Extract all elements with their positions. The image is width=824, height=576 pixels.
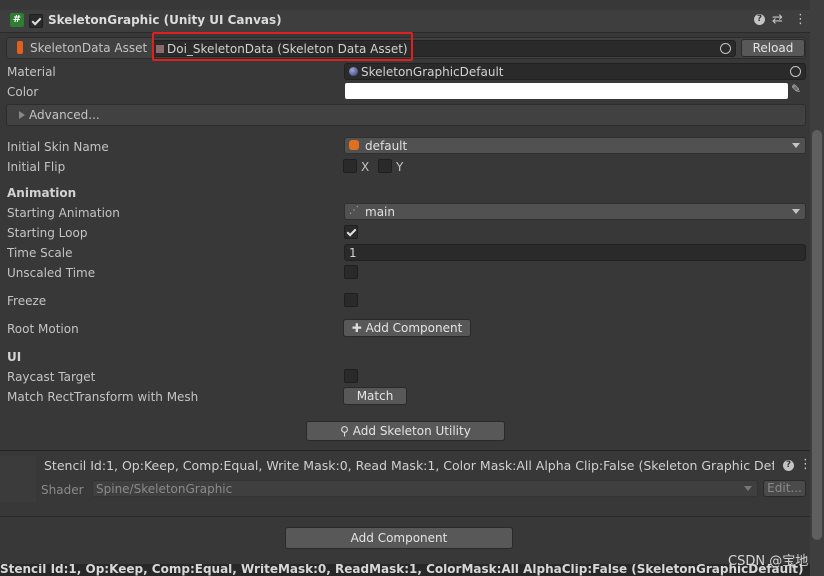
eyedropper-icon[interactable]: ✎ [791,82,801,96]
time-scale-value: 1 [349,246,357,260]
color-swatch[interactable] [345,83,788,99]
unscaled-time-label: Unscaled Time [7,266,96,280]
chevron-down-icon [792,209,800,214]
match-rect-label: Match RectTransform with Mesh [7,390,199,404]
color-label: Color [7,85,39,99]
advanced-label: Advanced... [29,108,100,122]
highlight-box [152,32,413,61]
starting-loop-checkbox[interactable] [344,225,358,239]
material-field[interactable]: SkeletonGraphicDefault [344,63,806,80]
scrollbar-thumb[interactable] [812,130,822,540]
help-icon[interactable]: ? [783,460,794,471]
status-text: Stencil Id:1, Op:Keep, Comp:Equal, Write… [0,564,804,576]
material-icon [349,67,358,76]
skin-dropdown[interactable]: default [344,137,806,154]
flip-x-checkbox[interactable] [343,159,357,173]
skeleton-utility-icon: ⚲ [340,424,353,438]
component-title: SkeletonGraphic (Unity UI Canvas) [48,13,282,27]
raycast-target-checkbox[interactable] [344,369,358,383]
component-script-icon: # [10,13,24,27]
object-picker-icon[interactable] [790,66,801,77]
material-value: SkeletonGraphicDefault [361,65,504,79]
kebab-menu-icon[interactable]: ⋮ [794,12,807,27]
advanced-foldout[interactable]: Advanced... [6,104,806,126]
shader-value: Spine/SkeletonGraphic [96,482,233,496]
root-motion-add-component-button[interactable]: ✚ Add Component [343,319,471,337]
root-motion-label: Root Motion [7,322,79,336]
material-label: Material [7,65,56,79]
starting-animation-dropdown[interactable]: ⋰ main [344,203,806,220]
divider [0,516,810,517]
watermark: CSDN @宝地 [728,554,809,569]
skin-label: Initial Skin Name [7,140,109,154]
spine-icon [17,41,23,54]
shader-edit-button[interactable]: Edit... [763,480,806,497]
skin-icon [349,140,359,150]
freeze-label: Freeze [7,294,47,308]
add-skeleton-utility-button[interactable]: ⚲ Add Skeleton Utility [306,421,505,441]
starting-loop-label: Starting Loop [7,226,88,240]
foldout-arrow-icon [19,111,25,119]
freeze-checkbox[interactable] [344,293,358,307]
reload-button[interactable]: Reload [741,39,805,57]
chevron-down-icon [744,486,752,491]
status-bar: Stencil Id:1, Op:Keep, Comp:Equal, Write… [0,564,810,576]
animation-icon: ⋰ [349,205,359,216]
preset-icon[interactable]: ⇄ [772,12,783,27]
flip-x-label: X [361,160,370,174]
component-enabled-checkbox[interactable] [29,14,43,28]
material-panel-title: Stencil Id:1, Op:Keep, Comp:Equal, Write… [44,458,774,473]
raycast-target-label: Raycast Target [7,370,96,384]
time-scale-input[interactable]: 1 [344,244,806,261]
flip-label: Initial Flip [7,160,66,174]
starting-animation-value: main [365,205,395,219]
flip-y-label: Y [396,160,404,174]
object-picker-icon[interactable] [720,43,731,54]
shader-dropdown[interactable]: Spine/SkeletonGraphic [92,480,758,497]
add-skeleton-utility-label: Add Skeleton Utility [352,424,471,438]
chevron-down-icon [792,143,800,148]
unscaled-time-checkbox[interactable] [344,265,358,279]
divider [0,450,810,451]
plus-icon: ✚ [351,321,366,335]
match-button[interactable]: Match [343,387,407,405]
animation-section-title: Animation [7,186,77,200]
skeleton-data-label: SkeletonData Asset [30,41,148,55]
skin-value: default [365,139,408,153]
flip-y-checkbox[interactable] [378,159,392,173]
help-icon[interactable]: ? [754,14,765,25]
ui-section-title: UI [7,350,22,364]
component-header: # SkeletonGraphic (Unity UI Canvas) ? ⇄ … [0,10,810,33]
material-preview-thumbnail [0,456,36,502]
shader-label: Shader [41,483,84,497]
starting-animation-label: Starting Animation [7,206,120,220]
add-component-button[interactable]: Add Component [285,527,513,549]
root-motion-button-label: Add Component [365,321,463,335]
time-scale-label: Time Scale [7,246,73,260]
